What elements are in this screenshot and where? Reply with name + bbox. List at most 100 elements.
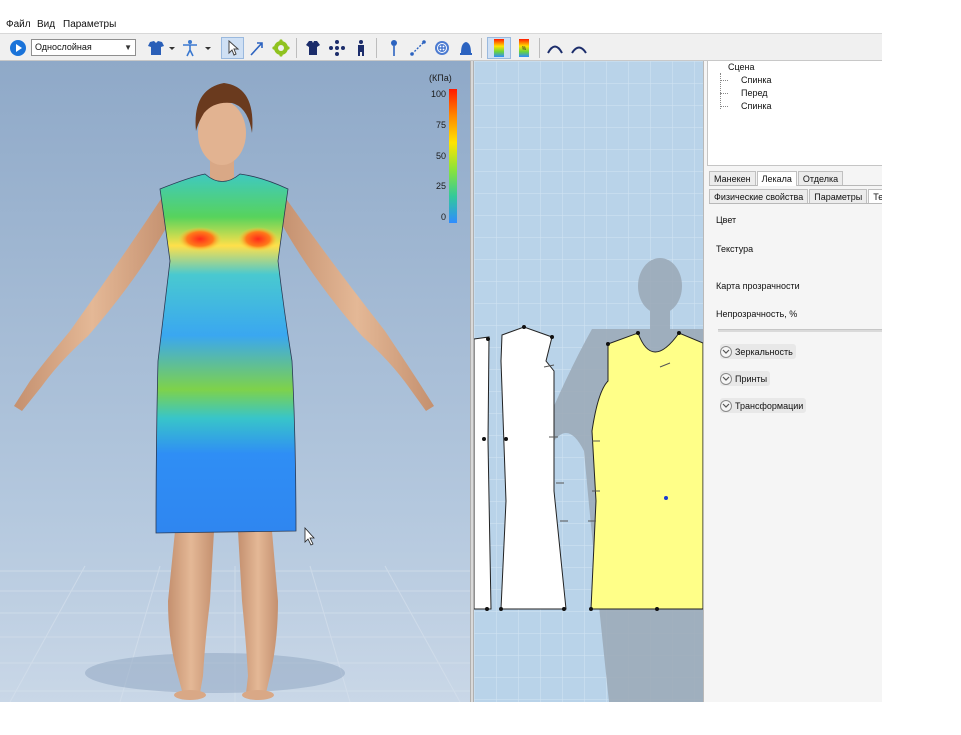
points-icon [329,40,345,56]
pattern-piece-front[interactable] [590,332,703,610]
properties-panel: Сцена Спинка Перед Спинка Манекен Лекала… [703,61,882,702]
shirt-icon [148,41,175,55]
section-prints[interactable]: Принты [720,371,771,386]
section-transformations-label: Трансформации [735,400,804,411]
legend-tick: 25 [435,181,446,191]
gear-icon [272,39,290,57]
menu-parameters[interactable]: Параметры [63,19,116,30]
play-button[interactable] [8,37,28,59]
tab-trim[interactable]: Отделка [797,171,844,185]
chevron-down-icon [720,399,732,412]
fit-map-button[interactable]: % [513,37,535,59]
button-icon [435,41,449,55]
mannequin-small-icon [358,40,364,56]
tab-physical-properties[interactable]: Физические свойства [709,189,809,203]
toolbar-separator [376,38,377,58]
chevron-down-icon: ▼ [124,43,132,52]
tree-node-scene[interactable]: Сцена [728,62,755,72]
toolbar: Однослойная ▼ % [0,33,882,61]
measure-icon [410,40,426,56]
transparency-map-label: Карта прозрачности [716,281,800,291]
tree-node-back[interactable]: Спинка [741,75,772,85]
mode-select[interactable]: Однослойная ▼ [31,39,136,56]
main-tabs: Манекен Лекала Отделка [709,171,882,186]
menu-file[interactable]: Файл [6,19,31,30]
svg-text:%: % [522,46,527,52]
avatar-left-foot [174,690,206,700]
button-tool[interactable] [431,37,453,59]
chevron-down-icon [720,372,732,385]
pressure-hotspot-right [238,227,278,251]
draw-tool-button[interactable] [246,37,268,59]
bell-button[interactable] [455,37,477,59]
section-mirroring-label: Зеркальность [735,346,793,357]
mannequin-tool-button[interactable] [179,37,213,59]
select-arrow-icon [228,40,239,56]
pressure-hotspot-left [178,227,222,251]
texture-label: Текстура [716,244,754,254]
fit-map-icon: % [519,39,529,57]
toolbar-separator [481,38,482,58]
opacity-slider[interactable] [718,329,882,332]
pattern-2d-canvas [474,61,703,702]
legend-unit: (КПа) [429,73,452,83]
settings-button[interactable] [270,37,292,59]
tab-texture[interactable]: Те [868,189,882,203]
pressure-legend-bar [449,89,457,223]
curve-up-button[interactable] [544,37,566,59]
opacity-label: Непрозрачность, % [716,309,798,319]
mannequin-icon [183,40,211,57]
shirt-tool-button[interactable] [144,37,178,59]
pressure-map-icon [494,39,504,57]
pin-button[interactable] [383,37,405,59]
curve-down-button[interactable] [568,37,590,59]
legend-tick: 100 [430,89,446,99]
pattern-center-point [664,496,668,500]
points-button[interactable] [326,37,348,59]
tree-node-back-2[interactable]: Спинка [741,101,772,111]
tree-connector [720,93,728,94]
legend-tick: 0 [440,212,446,222]
curve-up-icon [547,45,563,54]
draw-arrow-icon [250,42,263,56]
section-transformations[interactable]: Трансформации [720,398,807,413]
section-mirroring[interactable]: Зеркальность [720,344,796,359]
mannequin-small-button[interactable] [350,37,372,59]
viewport-3d[interactable]: (КПа) 100 75 50 25 0 [0,61,470,702]
viewport-2d[interactable] [474,61,703,702]
pressure-map-button[interactable] [487,37,511,59]
tree-connector [720,80,728,81]
play-icon [10,40,26,56]
dress-pressure-map [155,173,297,534]
color-label: Цвет [716,215,737,225]
toolbar-separator [539,38,540,58]
tree-connector [720,73,721,109]
bell-icon [460,42,472,55]
select-tool-button[interactable] [221,37,244,59]
menu-view[interactable]: Вид [37,19,55,30]
garment-icon [306,41,320,55]
measure-button[interactable] [407,37,429,59]
tab-mannequin[interactable]: Манекен [709,171,756,185]
tab-patterns[interactable]: Лекала [756,171,797,186]
chevron-down-icon [720,345,732,358]
tree-node-front[interactable]: Перед [741,88,768,98]
scene-tree: Сцена Спинка Перед Спинка [707,61,882,166]
garment-button[interactable] [302,37,324,59]
tab-parameters[interactable]: Параметры [809,189,868,203]
pin-icon [391,40,397,56]
legend-tick: 75 [435,120,446,130]
figure-shadow [85,653,345,693]
menu-bar: Файл Вид Параметры [0,0,882,33]
curve-down-icon [571,46,587,54]
sub-tabs: Физические свойства Параметры Те [709,189,882,204]
legend-tick: 50 [435,151,446,161]
toolbar-separator [296,38,297,58]
scene-3d-canvas [0,61,470,702]
avatar-right-foot [242,690,274,700]
mode-select-value: Однослойная [35,42,92,52]
app-window: Файл Вид Параметры Однослойная ▼ % (КПа)… [0,0,882,702]
tree-connector [720,106,728,107]
section-prints-label: Принты [735,373,768,384]
pattern-piece-back-left[interactable] [474,336,492,610]
